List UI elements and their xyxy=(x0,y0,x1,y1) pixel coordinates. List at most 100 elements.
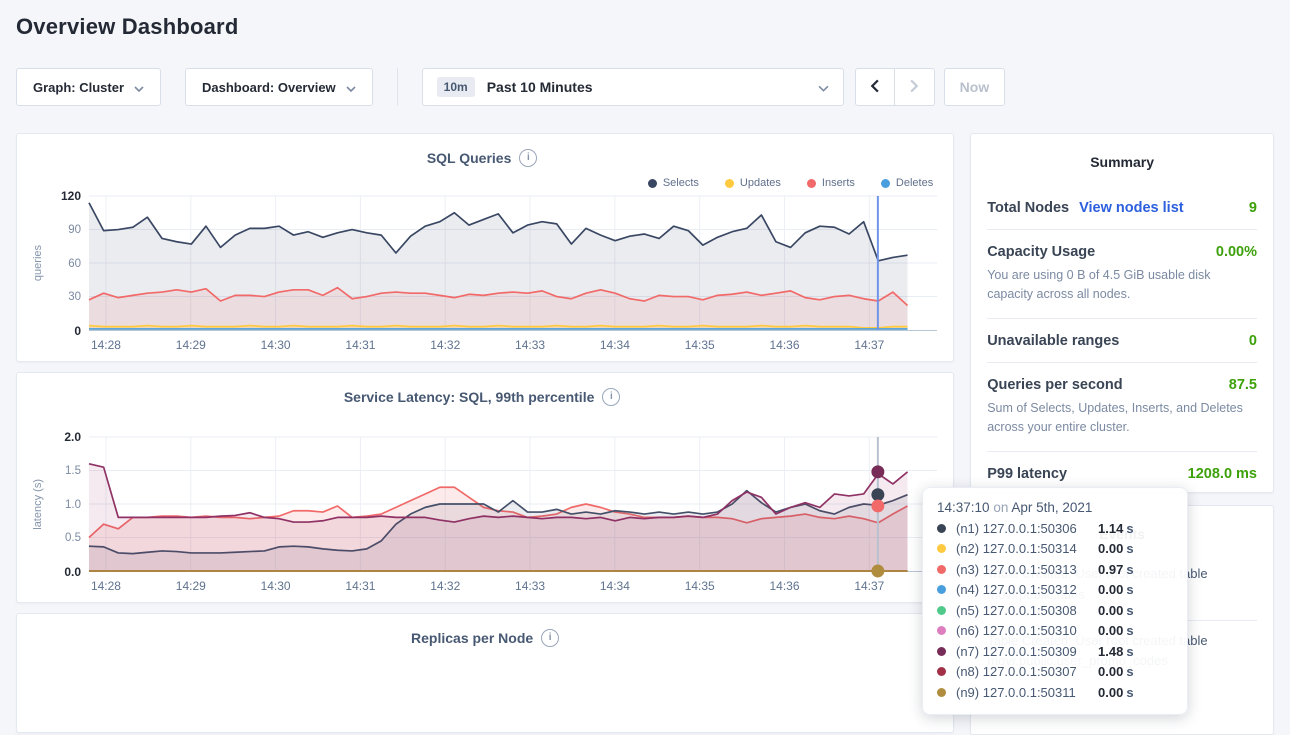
summary-metric-label: Queries per second xyxy=(987,377,1122,393)
tooltip-node-label: (n3) 127.0.0.1:50313 xyxy=(956,562,1098,577)
tooltip-row: (n4) 127.0.0.1:503120.00s xyxy=(937,582,1173,597)
chevron-down-icon xyxy=(346,80,356,95)
y-axis-ticks: 0.00.51.01.52.0 xyxy=(49,437,89,572)
time-next-button[interactable] xyxy=(895,68,935,106)
summary-row: Unavailable ranges0 xyxy=(987,319,1257,363)
tooltip-node-value: 1.48s xyxy=(1098,644,1134,659)
x-axis-tick: 14:36 xyxy=(770,338,800,352)
info-icon[interactable]: i xyxy=(541,629,559,647)
x-axis-tick: 14:35 xyxy=(685,579,715,593)
legend-dot-icon xyxy=(648,179,657,188)
x-axis-tick: 14:29 xyxy=(176,579,206,593)
legend-item[interactable]: Updates xyxy=(725,176,781,190)
chevron-right-icon xyxy=(910,79,919,96)
y-axis-tick: 0.0 xyxy=(64,565,81,579)
service-latency-chart-panel: Service Latency: SQL, 99th percentile i … xyxy=(16,372,954,603)
summary-metric-value: 0 xyxy=(1249,333,1257,349)
x-axis-tick: 14:31 xyxy=(345,338,375,352)
x-axis-tick: 14:30 xyxy=(261,338,291,352)
legend-item[interactable]: Selects xyxy=(648,176,699,190)
chart-legend: Selects Updates Inserts Deletes xyxy=(27,176,933,190)
tooltip-node-unit: s xyxy=(1126,562,1133,577)
tooltip-node-label: (n6) 127.0.0.1:50310 xyxy=(956,623,1098,638)
summary-panel: Summary Total Nodes View nodes list 9 Capac… xyxy=(970,133,1274,493)
node-color-dot-icon xyxy=(937,626,946,635)
legend-label: Selects xyxy=(663,177,699,189)
x-axis-tick: 14:37 xyxy=(854,338,884,352)
x-axis-tick: 14:34 xyxy=(600,338,630,352)
summary-title: Summary xyxy=(987,154,1257,170)
graph-dropdown[interactable]: Graph: Cluster xyxy=(16,68,161,106)
y-axis-tick: 30 xyxy=(68,291,81,303)
tooltip-node-unit: s xyxy=(1126,603,1133,618)
tooltip-node-unit: s xyxy=(1126,541,1133,556)
summary-metric-value: 9 xyxy=(1249,200,1257,216)
summary-metric-description: You are using 0 B of 4.5 GiB usable disk… xyxy=(987,266,1257,305)
tooltip-node-label: (n1) 127.0.0.1:50306 xyxy=(956,521,1098,536)
y-axis-tick: 1.5 xyxy=(65,465,81,477)
tooltip-node-value: 0.00s xyxy=(1098,603,1134,618)
legend-dot-icon xyxy=(807,179,816,188)
y-axis-tick: 1.0 xyxy=(65,499,81,511)
y-axis-label: latency (s) xyxy=(32,479,44,530)
summary-row-main: Queries per second87.5 xyxy=(987,377,1257,393)
tooltip-node-label: (n2) 127.0.0.1:50314 xyxy=(956,541,1098,556)
time-range-selector[interactable]: 10m Past 10 Minutes xyxy=(422,68,844,106)
sql-queries-chart-panel: SQL Queries i SelectsUpdatesInsertsDelet… xyxy=(16,133,954,362)
info-icon[interactable]: i xyxy=(519,149,537,167)
chevron-left-icon xyxy=(870,79,879,96)
y-axis-tick: 60 xyxy=(68,258,81,270)
y-axis-tick: 0.5 xyxy=(65,532,81,544)
info-icon[interactable]: i xyxy=(602,388,620,406)
now-button[interactable]: Now xyxy=(944,68,1006,106)
dashboard-dropdown-label: Dashboard: Overview xyxy=(202,80,336,95)
tooltip-node-value: 0.00s xyxy=(1098,582,1134,597)
chevron-down-icon xyxy=(818,80,829,95)
summary-metric-value: 0.00% xyxy=(1216,244,1257,260)
node-color-dot-icon xyxy=(937,667,946,676)
tooltip-row: (n3) 127.0.0.1:503130.97s xyxy=(937,562,1173,577)
x-axis-tick: 14:28 xyxy=(91,579,121,593)
tooltip-node-unit: s xyxy=(1126,664,1133,679)
summary-row-main: P99 latency1208.0 ms xyxy=(987,466,1257,482)
toolbar: Graph: Cluster Dashboard: Overview 10m P… xyxy=(16,68,1274,106)
summary-metric-label: Total Nodes xyxy=(987,200,1069,216)
summary-row-main: Unavailable ranges0 xyxy=(987,333,1257,349)
chevron-down-icon xyxy=(134,80,144,95)
x-axis-tick: 14:28 xyxy=(91,338,121,352)
tooltip-node-label: (n7) 127.0.0.1:50309 xyxy=(956,644,1098,659)
y-axis-tick: 120 xyxy=(61,189,81,203)
node-color-dot-icon xyxy=(937,565,946,574)
plot-area[interactable] xyxy=(89,437,937,572)
summary-metric-value: 1208.0 ms xyxy=(1188,466,1257,482)
node-color-dot-icon xyxy=(937,647,946,656)
chart-hover-tooltip: 14:37:10 on Apr 5th, 2021 (n1) 127.0.0.1… xyxy=(922,487,1188,715)
x-axis-ticks: 14:2814:2914:3014:3114:3214:3314:3414:35… xyxy=(89,338,937,353)
tooltip-row: (n2) 127.0.0.1:503140.00s xyxy=(937,541,1173,556)
legend-label: Updates xyxy=(740,177,781,189)
x-axis-tick: 14:29 xyxy=(176,338,206,352)
plot-area[interactable] xyxy=(89,196,937,331)
tooltip-row: (n7) 127.0.0.1:503091.48s xyxy=(937,644,1173,659)
charts-column: SQL Queries i SelectsUpdatesInsertsDelet… xyxy=(16,133,954,733)
y-axis-ticks: 0306090120 xyxy=(49,196,89,331)
time-prev-button[interactable] xyxy=(855,68,895,106)
summary-metric-label: Capacity Usage xyxy=(987,244,1095,260)
tooltip-row: (n6) 127.0.0.1:503100.00s xyxy=(937,623,1173,638)
legend-item[interactable]: Inserts xyxy=(807,176,855,190)
dashboard-dropdown[interactable]: Dashboard: Overview xyxy=(185,68,373,106)
x-axis-tick: 14:32 xyxy=(430,579,460,593)
graph-dropdown-label: Graph: Cluster xyxy=(33,80,124,95)
tooltip-node-label: (n4) 127.0.0.1:50312 xyxy=(956,582,1098,597)
x-axis-tick: 14:33 xyxy=(515,579,545,593)
toolbar-divider xyxy=(397,68,398,106)
y-axis-label: queries xyxy=(32,245,44,281)
node-color-dot-icon xyxy=(937,544,946,553)
legend-item[interactable]: Deletes xyxy=(881,176,933,190)
tooltip-node-label: (n9) 127.0.0.1:50311 xyxy=(956,685,1098,700)
tooltip-node-unit: s xyxy=(1126,582,1133,597)
summary-row: Queries per second87.5Sum of Selects, Up… xyxy=(987,363,1257,452)
view-nodes-list-link[interactable]: View nodes list xyxy=(1079,200,1184,216)
tooltip-node-unit: s xyxy=(1126,623,1133,638)
tooltip-node-unit: s xyxy=(1126,685,1133,700)
